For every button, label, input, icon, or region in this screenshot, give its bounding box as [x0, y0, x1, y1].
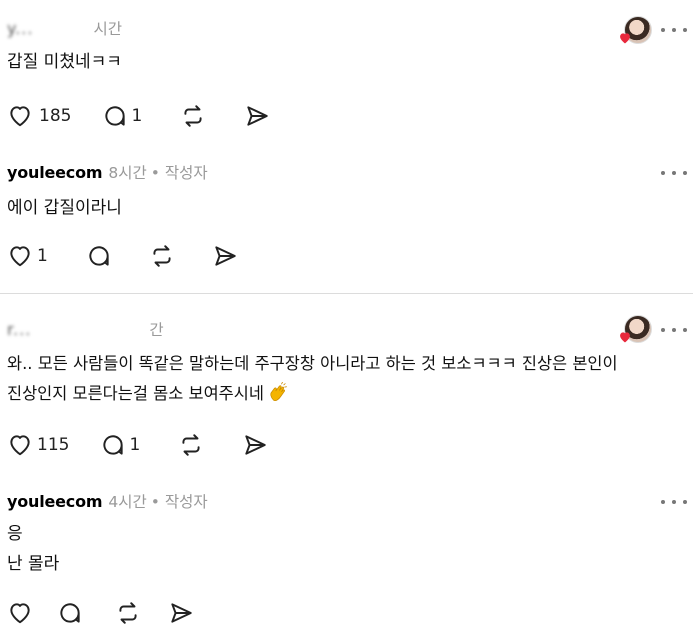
share-button[interactable] — [244, 103, 270, 129]
more-button[interactable] — [661, 492, 687, 512]
action-bar — [7, 598, 194, 628]
post-text: 와.. 모든 사람들이 똑같은 말하는데 주구장창 아니라고 하는 것 보소ㅋㅋ… — [7, 349, 618, 409]
send-icon — [215, 246, 236, 266]
post-time: 간 — [149, 321, 164, 339]
author-label: • 작성자 — [150, 164, 208, 182]
username[interactable]: youleecom — [7, 492, 103, 511]
repost-button[interactable] — [180, 103, 206, 129]
heart-icon — [10, 106, 30, 127]
repost-button[interactable] — [149, 243, 175, 269]
heart-icon — [10, 603, 30, 624]
more-button[interactable] — [661, 20, 687, 40]
more-button[interactable] — [661, 163, 687, 183]
send-icon — [245, 435, 267, 455]
post-header: youleecom 8시간 • 작성자 — [7, 160, 208, 184]
reply-button[interactable] — [57, 600, 83, 626]
repost-icon — [184, 105, 202, 127]
like-button[interactable]: 1 — [7, 243, 48, 269]
thread-divider — [0, 293, 693, 294]
heart-badge-icon — [620, 332, 630, 343]
post-time: 시간 — [93, 20, 122, 38]
repost-icon — [119, 602, 137, 624]
comment-icon — [60, 603, 80, 623]
reply-count: 1 — [129, 435, 141, 455]
repost-icon — [153, 245, 171, 267]
post-time: 8시간 — [108, 164, 147, 182]
post-header: youleecom 4시간 • 작성자 — [7, 489, 208, 513]
repost-button[interactable] — [178, 432, 204, 458]
post-text: 응 난 몰라 — [7, 519, 59, 579]
post-header: y... 시간 — [7, 16, 122, 40]
post-text-line: 응 — [7, 524, 23, 544]
author-label: • 작성자 — [150, 493, 208, 511]
reply-button[interactable]: 1 — [102, 103, 142, 129]
action-bar: 1 — [7, 241, 238, 271]
post-text: 갑질 미쳤네ㅋㅋ — [7, 52, 122, 72]
like-count: 115 — [37, 435, 70, 455]
repost-icon — [182, 434, 200, 456]
action-bar: 115 1 — [7, 430, 268, 460]
post-time: 4시간 — [108, 493, 147, 511]
like-button[interactable]: 185 — [7, 103, 71, 129]
action-bar: 185 1 — [7, 101, 270, 131]
share-button[interactable] — [242, 432, 268, 458]
reply-button[interactable] — [86, 243, 112, 269]
comment-icon — [89, 246, 109, 266]
share-button[interactable] — [212, 243, 238, 269]
more-button[interactable] — [661, 320, 687, 340]
username[interactable]: r... — [7, 320, 31, 339]
like-count: 1 — [37, 246, 48, 266]
heart-icon — [10, 246, 30, 267]
username[interactable]: y... — [7, 19, 33, 38]
post-text-line: 난 몰라 — [7, 554, 60, 574]
post-text-line: 진상인지 모른다는걸 몸소 보여주시네 — [7, 379, 618, 409]
comment-icon — [103, 435, 124, 455]
reply-button[interactable]: 1 — [100, 432, 140, 458]
post-text-line: 와.. 모든 사람들이 똑같은 말하는데 주구장창 아니라고 하는 것 보소ㅋㅋ… — [7, 354, 618, 373]
share-button[interactable] — [168, 600, 194, 626]
like-count: 185 — [39, 106, 72, 126]
comment-icon — [105, 106, 126, 126]
username[interactable]: youleecom — [7, 163, 103, 182]
repost-button[interactable] — [115, 600, 141, 626]
like-button[interactable] — [7, 600, 33, 626]
heart-badge-icon — [620, 33, 630, 44]
send-icon — [247, 106, 269, 126]
reply-count: 1 — [131, 106, 143, 126]
send-icon — [171, 603, 192, 623]
post-header: r... 간 — [7, 317, 164, 341]
heart-icon — [10, 435, 30, 456]
like-button[interactable]: 115 — [7, 432, 69, 458]
clapping-hands-emoji-icon — [270, 382, 288, 402]
post-text: 에이 갑질이라니 — [7, 198, 122, 218]
